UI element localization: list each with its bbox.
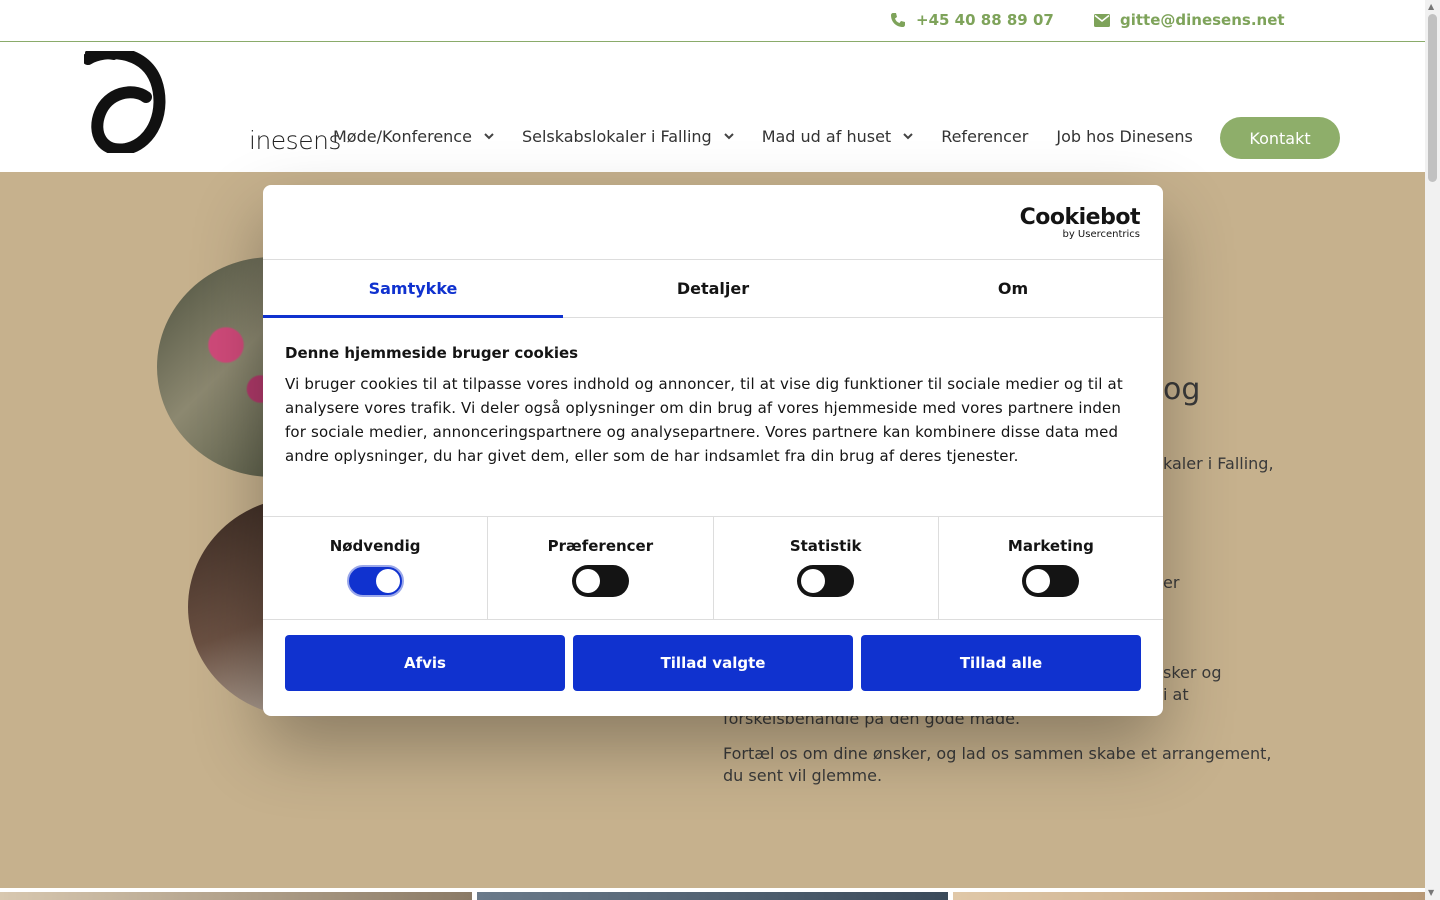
tab-om[interactable]: Om	[863, 260, 1163, 317]
kontakt-button[interactable]: Kontakt	[1220, 117, 1340, 159]
nav-label: Mad ud af huset	[761, 127, 892, 146]
switch-knob	[575, 569, 600, 593]
toggle-preferences: Præferencer	[488, 517, 714, 619]
allow-selected-button[interactable]: Tillad valgte	[573, 635, 853, 691]
dialog-buttons: Afvis Tillad valgte Tillad alle	[263, 620, 1163, 706]
phone-number: +45 40 88 89 07	[916, 11, 1054, 29]
tab-samtykke[interactable]: Samtykke	[263, 260, 563, 318]
scrollbar-thumb[interactable]	[1428, 14, 1437, 182]
top-contact-bar: +45 40 88 89 07 gitte@dinesens.net	[0, 0, 1425, 42]
toggle-marketing: Marketing	[939, 517, 1163, 619]
switch-knob	[1026, 569, 1051, 593]
page-scrollbar[interactable]: ▲ ▼	[1425, 0, 1440, 900]
dinesens-logo[interactable]: inesens	[82, 47, 341, 156]
dialog-body: Denne hjemmeside bruger cookies Vi bruge…	[263, 318, 1163, 516]
section-heading: og	[1163, 372, 1201, 407]
preferences-switch[interactable]	[571, 565, 629, 597]
cookiebot-brand: Cookiebot	[1019, 205, 1141, 230]
nav-label: Selskabslokaler i Falling	[521, 127, 712, 146]
nav-item-referencer[interactable]: Referencer	[941, 127, 1028, 146]
cookiebot-brand-sub: by Usercentrics	[1062, 229, 1140, 240]
dialog-tabs: Samtykke Detaljer Om	[263, 260, 1163, 318]
toggle-statistics: Statistik	[714, 517, 939, 619]
logo-mark-icon	[82, 47, 166, 156]
scroll-up-icon[interactable]: ▲	[1428, 2, 1434, 11]
email-link[interactable]: gitte@dinesens.net	[1094, 11, 1285, 29]
dialog-header: Cookiebot by Usercentrics	[263, 185, 1163, 260]
body-paragraph: Fortæl os om dine ønsker, og lad os samm…	[723, 744, 1272, 785]
tab-detaljer[interactable]: Detaljer	[563, 260, 863, 317]
statistics-switch[interactable]	[797, 565, 855, 597]
switch-knob	[375, 569, 400, 593]
cookiebot-logo: Cookiebot by Usercentrics	[1019, 205, 1141, 241]
gallery-image	[0, 892, 472, 900]
toggle-label: Præferencer	[547, 537, 654, 555]
cookie-consent-dialog: Cookiebot by Usercentrics Samtykke Detal…	[263, 185, 1163, 716]
toggle-necessary: Nødvendig	[263, 517, 489, 619]
marketing-switch[interactable]	[1022, 565, 1080, 597]
switch-knob	[801, 569, 826, 593]
dialog-title: Denne hjemmeside bruger cookies	[285, 344, 579, 362]
phone-icon	[891, 13, 905, 27]
chevron-down-icon	[723, 133, 734, 140]
gallery-image	[953, 892, 1425, 900]
nav-item-mode-konference[interactable]: Møde/Konference	[333, 127, 494, 146]
nav-label: Job hos Dinesens	[1056, 127, 1193, 146]
text-line: i at	[1163, 685, 1189, 704]
main-navigation: Møde/Konference Selskabslokaler i Fallin…	[333, 127, 1221, 146]
nav-label: Møde/Konference	[333, 127, 472, 146]
toggle-label: Nødvendig	[329, 537, 421, 555]
site-header: inesens Møde/Konference Selskabslokaler …	[0, 43, 1425, 172]
email-address: gitte@dinesens.net	[1120, 11, 1285, 29]
gallery-image	[477, 892, 948, 900]
logo-text: inesens	[249, 126, 341, 155]
toggle-label: Statistik	[789, 537, 862, 555]
envelope-icon	[1094, 13, 1110, 27]
nav-item-selskabslokaler[interactable]: Selskabslokaler i Falling	[522, 127, 734, 146]
decline-button[interactable]: Afvis	[285, 635, 565, 691]
nav-item-mad-ud-af-huset[interactable]: Mad ud af huset	[762, 127, 914, 146]
necessary-switch[interactable]	[346, 565, 404, 597]
toggle-label: Marketing	[1007, 537, 1094, 555]
nav-item-job[interactable]: Job hos Dinesens	[1056, 127, 1193, 146]
scroll-down-icon[interactable]: ▼	[1428, 888, 1434, 897]
chevron-down-icon	[903, 133, 913, 140]
phone-link[interactable]: +45 40 88 89 07	[890, 11, 1054, 29]
consent-toggles: Nødvendig Præferencer Statistik Marketin…	[263, 516, 1163, 620]
nav-label: Referencer	[941, 127, 1029, 146]
allow-all-button[interactable]: Tillad alle	[861, 635, 1141, 691]
dialog-description: Vi bruger cookies til at tilpasse vores …	[285, 375, 1123, 465]
text-line: sker og	[1163, 663, 1222, 682]
chevron-down-icon	[484, 133, 494, 140]
text-line: er	[1163, 573, 1180, 592]
text-line: kaler i Falling,	[1163, 454, 1274, 473]
